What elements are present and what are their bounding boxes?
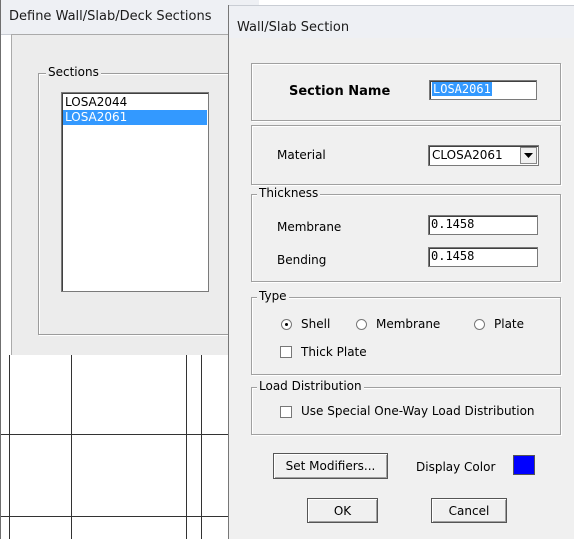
back-window-title: Define Wall/Slab/Deck Sections [9,9,212,24]
membrane-label: Membrane [277,220,342,234]
display-color-swatch[interactable] [513,455,535,475]
grid-line [201,355,202,539]
section-name-value: LOSA2061 [432,82,492,96]
dialog-title: Wall/Slab Section [237,20,350,35]
thick-plate-checkbox[interactable] [280,346,292,358]
chevron-down-icon[interactable] [520,147,537,164]
plate-radio[interactable] [474,319,485,330]
cancel-button[interactable]: Cancel [431,498,507,523]
sections-listbox[interactable]: LOSA2044 LOSA2061 [61,92,209,292]
dialog-titlebar[interactable]: Wall/Slab Section [229,5,574,38]
bending-thickness-input[interactable]: 0.1458 [428,247,538,267]
one-way-load-label[interactable]: Use Special One-Way Load Distribution [301,404,535,418]
grid-line [1,434,259,435]
shell-radio[interactable] [281,319,292,330]
membrane-thickness-input[interactable]: 0.1458 [428,215,538,235]
material-value: CLOSA2061 [432,148,503,162]
bending-label: Bending [277,253,327,267]
thickness-group [251,194,561,282]
thick-plate-label[interactable]: Thick Plate [301,345,367,359]
define-sections-window: Define Wall/Slab/Deck Sections Sections … [0,0,261,539]
thickness-group-label: Thickness [257,186,321,200]
section-name-label: Section Name [289,84,391,99]
plate-radio-label[interactable]: Plate [494,317,524,331]
display-color-label: Display Color [416,460,496,474]
bending-thickness-value: 0.1458 [431,249,475,263]
material-select[interactable]: CLOSA2061 [428,145,539,166]
one-way-load-checkbox[interactable] [280,406,292,418]
grid-line [186,355,187,539]
ok-button[interactable]: OK [307,498,378,523]
model-grid-view[interactable] [1,355,259,539]
material-label: Material [277,148,326,162]
membrane-radio[interactable] [356,319,367,330]
sections-group-label: Sections [46,65,101,79]
set-modifiers-button[interactable]: Set Modifiers... [273,453,388,479]
type-group [251,297,561,375]
type-group-label: Type [257,289,289,303]
grid-line [9,355,10,539]
membrane-radio-label[interactable]: Membrane [376,317,440,331]
list-item[interactable]: LOSA2044 [63,95,207,110]
back-window-titlebar[interactable]: Define Wall/Slab/Deck Sections [1,0,259,35]
load-distribution-group-label: Load Distribution [257,379,364,393]
grid-line [1,516,259,517]
grid-line [71,355,72,539]
wall-slab-section-dialog: Wall/Slab Section Section Name LOSA2061 … [228,5,574,539]
list-item[interactable]: LOSA2061 [63,110,207,125]
shell-radio-label[interactable]: Shell [301,317,330,331]
membrane-thickness-value: 0.1458 [431,217,475,231]
section-name-input[interactable]: LOSA2061 [429,80,537,100]
